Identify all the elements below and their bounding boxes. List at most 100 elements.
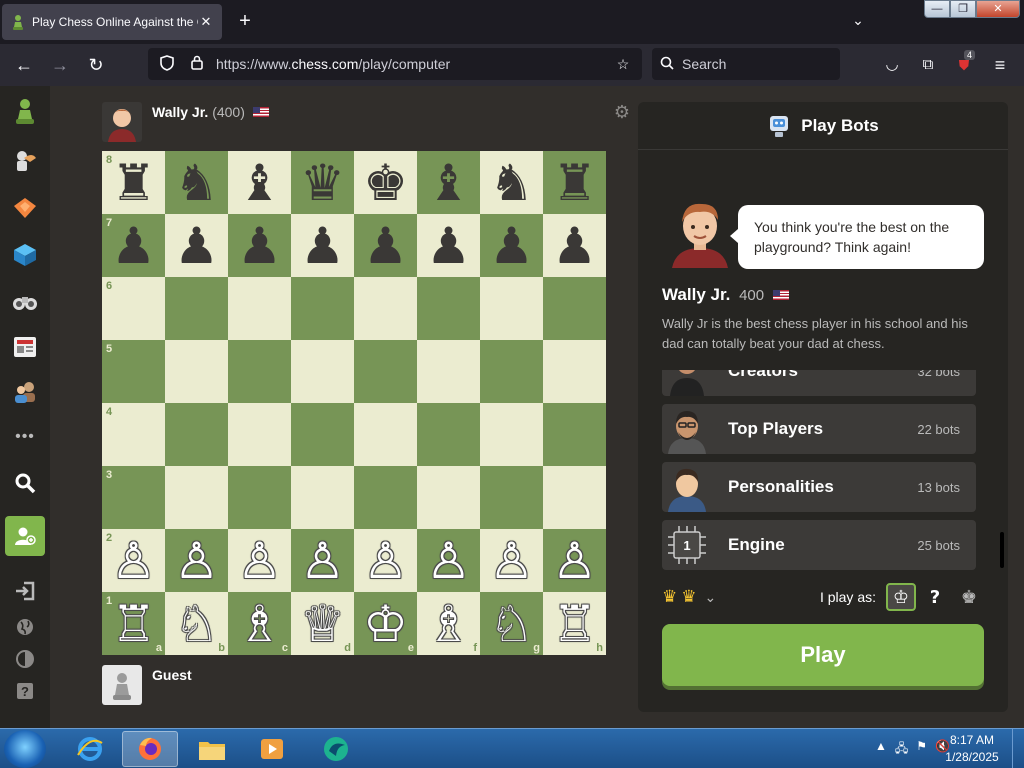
- square-c2[interactable]: ♙: [228, 529, 291, 592]
- white-piece-icon[interactable]: ♙: [111, 536, 156, 586]
- category-scrollbar[interactable]: [1000, 532, 1004, 568]
- square-f2[interactable]: ♙: [417, 529, 480, 592]
- square-d7[interactable]: ♟: [291, 214, 354, 277]
- sign-up-button[interactable]: [5, 516, 45, 556]
- square-h8[interactable]: ♜: [543, 151, 606, 214]
- square-h5[interactable]: [543, 340, 606, 403]
- square-a7[interactable]: 7 ♟: [102, 214, 165, 277]
- action-center-flag-icon[interactable]: ⚑: [916, 739, 927, 760]
- black-piece-icon[interactable]: ♛: [300, 158, 345, 208]
- news-icon[interactable]: [10, 332, 40, 362]
- black-piece-icon[interactable]: ♝: [237, 158, 282, 208]
- hamburger-menu-icon[interactable]: ≡: [988, 53, 1012, 77]
- puzzles-hand-icon[interactable]: [10, 146, 40, 176]
- play-as-white-king-icon[interactable]: ♔: [886, 583, 916, 611]
- square-g2[interactable]: ♙: [480, 529, 543, 592]
- square-e5[interactable]: [354, 340, 417, 403]
- square-d4[interactable]: [291, 403, 354, 466]
- square-e1[interactable]: e ♔: [354, 592, 417, 655]
- square-e8[interactable]: ♚: [354, 151, 417, 214]
- more-dots-icon[interactable]: •••: [10, 422, 40, 452]
- white-piece-icon[interactable]: ♙: [489, 536, 534, 586]
- square-c4[interactable]: [228, 403, 291, 466]
- play-pawn-icon[interactable]: [10, 96, 40, 126]
- square-g4[interactable]: [480, 403, 543, 466]
- crown-icon[interactable]: ♛: [662, 587, 677, 607]
- square-a8[interactable]: 8 ♜: [102, 151, 165, 214]
- square-b5[interactable]: [165, 340, 228, 403]
- play-as-black-king-icon[interactable]: ♚: [954, 583, 984, 611]
- extensions-puzzle-icon[interactable]: ⧉: [916, 53, 940, 77]
- black-piece-icon[interactable]: ♜: [111, 158, 156, 208]
- black-piece-icon[interactable]: ♟: [552, 221, 597, 271]
- white-piece-icon[interactable]: ♗: [426, 599, 471, 649]
- square-a2[interactable]: 2 ♙: [102, 529, 165, 592]
- square-h2[interactable]: ♙: [543, 529, 606, 592]
- square-e4[interactable]: [354, 403, 417, 466]
- black-piece-icon[interactable]: ♟: [363, 221, 408, 271]
- black-piece-icon[interactable]: ♟: [111, 221, 156, 271]
- reload-icon[interactable]: ↻: [84, 53, 108, 77]
- white-piece-icon[interactable]: ♖: [552, 599, 597, 649]
- square-b2[interactable]: ♙: [165, 529, 228, 592]
- square-d1[interactable]: d ♕: [291, 592, 354, 655]
- square-a3[interactable]: 3: [102, 466, 165, 529]
- shield-icon[interactable]: [156, 54, 178, 74]
- square-c8[interactable]: ♝: [228, 151, 291, 214]
- board-settings-gear-icon[interactable]: ⚙: [612, 102, 632, 122]
- theme-contrast-icon[interactable]: [10, 644, 40, 674]
- square-a6[interactable]: 6: [102, 277, 165, 340]
- square-b4[interactable]: [165, 403, 228, 466]
- category-top-players[interactable]: Top Players 22 bots: [662, 404, 976, 454]
- square-h6[interactable]: [543, 277, 606, 340]
- white-piece-icon[interactable]: ♙: [552, 536, 597, 586]
- network-icon[interactable]: 🖧: [895, 739, 908, 760]
- square-b8[interactable]: ♞: [165, 151, 228, 214]
- language-globe-icon[interactable]: [10, 612, 40, 642]
- play-button[interactable]: Play: [662, 624, 984, 686]
- square-d5[interactable]: [291, 340, 354, 403]
- app-swirl-icon[interactable]: [308, 731, 364, 767]
- browser-tab-active[interactable]: Play Chess Online Against the C ✕: [2, 4, 222, 40]
- url-text[interactable]: https://www.chess.com/play/computer: [216, 56, 612, 72]
- square-g5[interactable]: [480, 340, 543, 403]
- square-d2[interactable]: ♙: [291, 529, 354, 592]
- square-h3[interactable]: [543, 466, 606, 529]
- black-piece-icon[interactable]: ♟: [300, 221, 345, 271]
- square-b1[interactable]: b ♘: [165, 592, 228, 655]
- square-c3[interactable]: [228, 466, 291, 529]
- square-c5[interactable]: [228, 340, 291, 403]
- white-piece-icon[interactable]: ♕: [300, 599, 345, 649]
- category-engine[interactable]: 1 Engine 25 bots: [662, 520, 976, 570]
- tab-close-icon[interactable]: ✕: [198, 14, 214, 30]
- black-piece-icon[interactable]: ♞: [174, 158, 219, 208]
- url-bar[interactable]: https://www.chess.com/play/computer ☆: [148, 48, 642, 80]
- chess-board[interactable]: 8 ♜ ♞ ♝ ♛ ♚ ♝ ♞ ♜ 7 ♟ ♟ ♟ ♟ ♟ ♟ ♟ ♟ 6 5 4 3 2 ♙ ♙ ♙ ♙ ♙ ♙ ♙ ♙ 1 a ♖ b ♘ c ♗ d ♕…: [102, 151, 606, 655]
- watch-binoculars-icon[interactable]: [10, 287, 40, 317]
- windows-start-button[interactable]: [4, 730, 46, 768]
- category-personalities[interactable]: Personalities 13 bots: [662, 462, 976, 512]
- chevron-down-icon[interactable]: ⌄: [705, 589, 717, 606]
- square-c1[interactable]: c ♗: [228, 592, 291, 655]
- square-g6[interactable]: [480, 277, 543, 340]
- black-piece-icon[interactable]: ♞: [489, 158, 534, 208]
- media-player-icon[interactable]: [244, 731, 300, 767]
- white-piece-icon[interactable]: ♙: [363, 536, 408, 586]
- white-piece-icon[interactable]: ♙: [174, 536, 219, 586]
- minimize-button[interactable]: —: [924, 0, 950, 18]
- login-icon[interactable]: [10, 576, 40, 606]
- black-piece-icon[interactable]: ♟: [489, 221, 534, 271]
- opponent-name[interactable]: Wally Jr. (400): [152, 104, 269, 120]
- lock-icon[interactable]: [186, 55, 208, 73]
- list-all-tabs-icon[interactable]: ⌄: [848, 12, 868, 32]
- square-g3[interactable]: [480, 466, 543, 529]
- white-piece-icon[interactable]: ♙: [300, 536, 345, 586]
- square-f4[interactable]: [417, 403, 480, 466]
- square-a5[interactable]: 5: [102, 340, 165, 403]
- square-f6[interactable]: [417, 277, 480, 340]
- square-e7[interactable]: ♟: [354, 214, 417, 277]
- new-tab-button[interactable]: +: [234, 10, 256, 32]
- square-f1[interactable]: f ♗: [417, 592, 480, 655]
- square-h4[interactable]: [543, 403, 606, 466]
- maximize-button[interactable]: ❐: [950, 0, 976, 18]
